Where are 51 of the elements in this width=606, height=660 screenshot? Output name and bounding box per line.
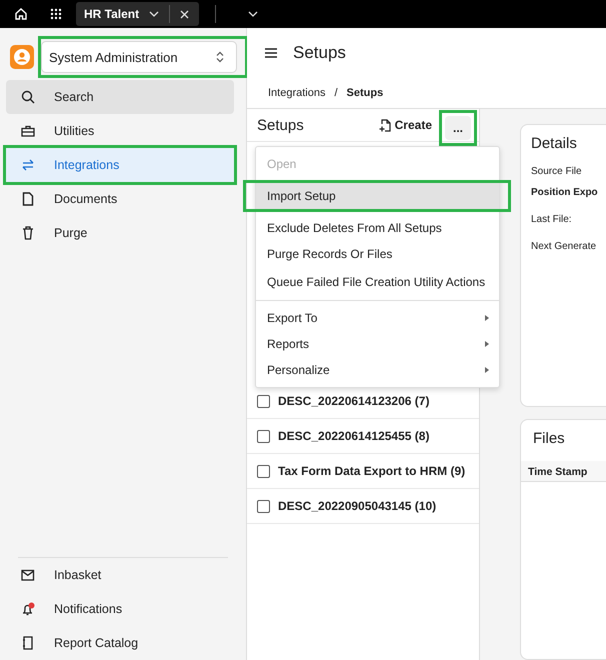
- nav-item[interactable]: Report Catalog: [6, 626, 240, 660]
- checkbox[interactable]: [257, 464, 270, 478]
- menu-item[interactable]: Reports: [256, 331, 499, 357]
- menu-item[interactable]: Personalize: [256, 357, 499, 383]
- checkbox[interactable]: [257, 394, 270, 408]
- breadcrumb-link[interactable]: Integrations: [268, 87, 326, 99]
- nav-item[interactable]: Notifications: [6, 592, 240, 626]
- sort-caret-icon: [216, 51, 224, 63]
- detail-label: Source File: [531, 166, 583, 177]
- menu-item[interactable]: Queue Failed File Creation Utility Actions: [256, 267, 499, 301]
- checkbox[interactable]: [257, 500, 270, 512]
- app-tab[interactable]: HR Talent: [76, 2, 200, 26]
- nav-item[interactable]: Utilities: [6, 114, 234, 148]
- chevron-down-icon[interactable]: [248, 11, 258, 17]
- create-button[interactable]: Create: [374, 114, 436, 136]
- menu-item[interactable]: Purge Records Or Files: [256, 241, 499, 267]
- card-title: Files: [532, 430, 566, 447]
- nav-item[interactable]: Documents: [6, 182, 234, 216]
- nav-item[interactable]: Purge: [6, 216, 234, 250]
- menu-item[interactable]: Import Setup: [256, 183, 499, 209]
- menu-icon[interactable]: [265, 48, 277, 58]
- submenu-caret-icon: [485, 315, 489, 321]
- close-icon[interactable]: [180, 10, 190, 18]
- nav-item[interactable]: Integrations: [6, 148, 234, 182]
- menu-item[interactable]: Exclude Deletes From All Setups: [256, 215, 499, 241]
- new-document-icon: [378, 118, 391, 132]
- nav-item[interactable]: Search: [6, 80, 234, 114]
- chevron-down-icon[interactable]: [149, 11, 160, 17]
- menu-item[interactable]: Export To: [256, 305, 499, 331]
- logo-icon: [10, 45, 34, 69]
- setup-name[interactable]: Tax Form Data Export to HRM (9): [278, 464, 466, 478]
- page-title: Setups: [293, 43, 346, 63]
- app-grid-icon[interactable]: [50, 8, 62, 20]
- submenu-caret-icon: [485, 367, 489, 373]
- detail-label: Last File:: [531, 214, 573, 225]
- panel-title: Setups: [257, 116, 305, 134]
- menu-item: Open: [266, 156, 298, 173]
- breadcrumb-separator: /: [334, 87, 338, 99]
- setup-name[interactable]: DESC_20220905043145 (10): [278, 499, 436, 513]
- nav-item[interactable]: Inbasket: [6, 558, 240, 592]
- app-selector[interactable]: System Administration: [41, 41, 237, 73]
- submenu-caret-icon: [485, 341, 489, 347]
- setup-name[interactable]: DESC_20220614123206 (7): [278, 394, 430, 408]
- setup-name[interactable]: DESC_20220614125455 (8): [278, 429, 430, 443]
- checkbox[interactable]: [257, 430, 270, 442]
- more-button[interactable]: ...: [445, 116, 471, 140]
- home-icon[interactable]: [14, 7, 28, 21]
- detail-label: Position Expo: [531, 187, 599, 198]
- tab-title: HR Talent: [84, 7, 140, 21]
- card-title: Details: [531, 135, 578, 152]
- detail-label: Next Generate: [531, 241, 598, 252]
